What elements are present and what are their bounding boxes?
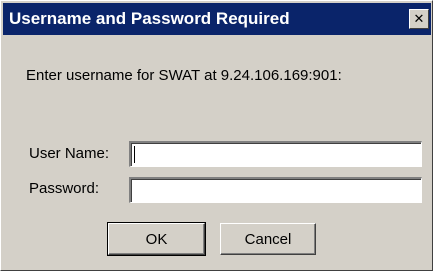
username-label: User Name: — [29, 145, 110, 162]
password-field[interactable] — [129, 177, 422, 203]
username-field[interactable] — [129, 141, 422, 167]
close-icon: ✕ — [413, 11, 425, 27]
prompt-text: Enter username for SWAT at 9.24.106.169:… — [26, 67, 342, 84]
ok-button[interactable]: OK — [107, 222, 206, 256]
password-label: Password: — [29, 180, 100, 197]
text-caret — [134, 146, 135, 163]
close-button[interactable]: ✕ — [409, 9, 429, 29]
cancel-button[interactable]: Cancel — [220, 223, 316, 255]
dialog-title: Username and Password Required — [9, 9, 290, 28]
auth-dialog: Username and Password Required ✕ Enter u… — [0, 0, 433, 271]
title-bar[interactable]: Username and Password Required ✕ — [3, 3, 431, 35]
